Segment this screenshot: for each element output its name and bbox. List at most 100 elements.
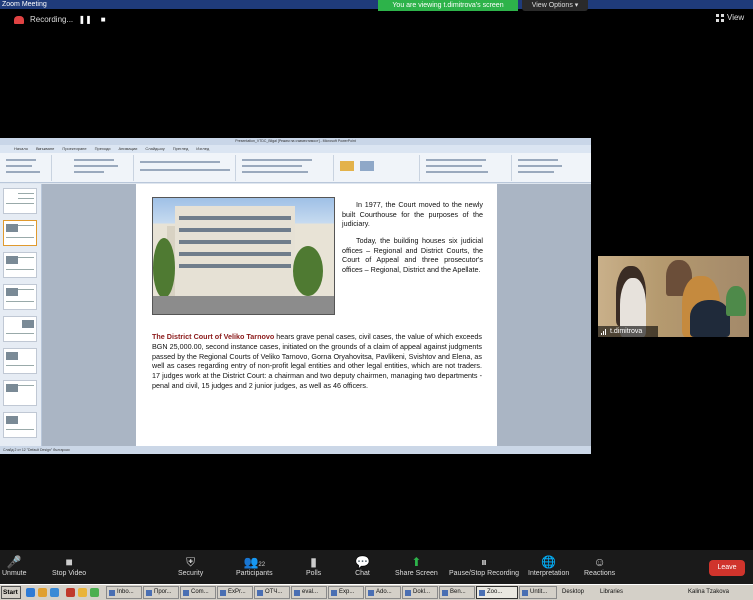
- taskbar-item[interactable]: Exp...: [328, 586, 364, 599]
- app-icon: [405, 590, 411, 596]
- slide-paragraph-2: Today, the building houses six judicial …: [342, 236, 483, 274]
- participant-video[interactable]: [598, 256, 749, 337]
- recording-indicator: Recording... ❚❚ ■: [14, 12, 109, 28]
- slide-thumbnails-pane: [0, 184, 42, 446]
- slide-paragraph-1: In 1977, the Court moved to the newly bu…: [342, 200, 483, 229]
- participants-button[interactable]: 👥22 Participants: [236, 554, 273, 577]
- quick-launch-icon[interactable]: [90, 588, 99, 597]
- view-options-button[interactable]: View Options ▾: [522, 0, 588, 11]
- taskbar-item[interactable]: Ado...: [365, 586, 401, 599]
- globe-icon: 🌐: [541, 555, 557, 569]
- taskbar-item[interactable]: ОТЧ...: [254, 586, 290, 599]
- start-button[interactable]: Start: [1, 586, 21, 599]
- pause-stop-icon: ⏸: [481, 555, 488, 569]
- chat-button[interactable]: 💬 Chat: [355, 554, 370, 577]
- quick-launch-icon[interactable]: [38, 588, 47, 597]
- slide-thumbnail[interactable]: [3, 188, 37, 214]
- ribbon-group-clipboard: [2, 155, 52, 181]
- stop-video-button[interactable]: ■ Stop Video: [52, 554, 86, 577]
- court-name: The District Court of Veliko Tarnovo: [152, 332, 275, 341]
- taskbar-item-active[interactable]: Zoo...: [476, 586, 518, 599]
- ppt-tab[interactable]: Изглед: [196, 145, 209, 153]
- ribbon-group-editing: [514, 155, 574, 181]
- cloud-record-icon: [14, 16, 24, 24]
- taskbar-item[interactable]: Untit...: [519, 586, 557, 599]
- ppt-tab[interactable]: Преглед: [173, 145, 189, 153]
- meeting-toolbar: 🎤 Unmute ■ Stop Video ⛨ Security 👥22 Par…: [0, 550, 753, 584]
- taskbar-item[interactable]: Inbo...: [106, 586, 142, 599]
- interpretation-button[interactable]: 🌐 Interpretation: [528, 554, 569, 577]
- app-icon: [479, 590, 485, 596]
- taskbar-item[interactable]: eval...: [291, 586, 327, 599]
- taskbar-item[interactable]: Dokl...: [402, 586, 438, 599]
- ribbon-group-drawing: [336, 155, 420, 181]
- app-icon: [331, 590, 337, 596]
- app-icon: [368, 590, 374, 596]
- share-screen-button[interactable]: ⬆ Share Screen: [395, 554, 438, 577]
- reactions-label: Reactions: [584, 570, 616, 577]
- quick-launch-icon[interactable]: [66, 588, 75, 597]
- pause-recording-button[interactable]: ❚❚: [78, 14, 91, 26]
- grid-view-icon: [716, 13, 724, 22]
- participants-label: Participants: [236, 570, 273, 577]
- ppt-tab[interactable]: Слайдшоу: [145, 145, 164, 153]
- app-icon: [294, 590, 300, 596]
- shield-icon: ⛨: [186, 555, 196, 569]
- view-button[interactable]: View: [716, 13, 744, 22]
- app-icon: [522, 590, 528, 596]
- video-camera-icon: ■: [65, 555, 73, 569]
- slide-thumbnail[interactable]: [3, 220, 37, 246]
- signal-icon: [601, 328, 606, 335]
- slide-thumbnail[interactable]: [3, 252, 37, 278]
- quick-launch-icon[interactable]: [78, 588, 87, 597]
- app-icon: [109, 590, 115, 596]
- slide-thumbnail[interactable]: [3, 412, 37, 438]
- unmute-label: Unmute: [2, 570, 27, 577]
- taskbar-item[interactable]: ExPr...: [217, 586, 253, 599]
- ppt-tab[interactable]: Анимации: [119, 145, 138, 153]
- stop-recording-button[interactable]: ■: [97, 14, 109, 26]
- taskbar-item[interactable]: Ben...: [439, 586, 475, 599]
- slide-thumbnail[interactable]: [3, 380, 37, 406]
- pause-stop-recording-button[interactable]: ⏸ Pause/Stop Recording: [449, 554, 519, 577]
- chat-bubble-icon: 💬: [355, 555, 370, 569]
- desktop-toolbar[interactable]: Desktop: [562, 586, 584, 599]
- chevron-down-icon: ▾: [574, 2, 579, 9]
- slide: In 1977, the Court moved to the newly bu…: [136, 184, 497, 446]
- ppt-ribbon-tabs: Начало Вмъкване Проектиране Преходи Аним…: [0, 145, 591, 153]
- stop-video-label: Stop Video: [52, 570, 87, 577]
- ppt-status-bar: Слайд 2 от 12 "Default Design" български: [0, 446, 591, 454]
- ppt-window-title: Presentation_VTDC_Bilgal [Режим на съвме…: [0, 138, 591, 145]
- slide-thumbnail[interactable]: [3, 348, 37, 374]
- ppt-tab[interactable]: Вмъкване: [36, 145, 54, 153]
- microphone-muted-icon: 🎤: [6, 555, 22, 569]
- viewing-banner: You are viewing t.dimitrova's screen: [378, 0, 518, 11]
- quick-launch-icon[interactable]: [26, 588, 35, 597]
- participant-name-tag: t.dimitrova: [598, 326, 658, 337]
- chat-label: Chat: [355, 570, 370, 577]
- window-title: Zoom Meeting: [0, 0, 753, 9]
- participants-icon: 👥22: [243, 555, 266, 569]
- leave-button[interactable]: Leave: [709, 560, 745, 576]
- reactions-button[interactable]: ☺ Reactions: [584, 554, 615, 577]
- courthouse-photo: [152, 197, 335, 315]
- slide-thumbnail[interactable]: [3, 316, 37, 342]
- ppt-tab[interactable]: Начало: [14, 145, 28, 153]
- libraries-toolbar[interactable]: Libraries: [600, 586, 623, 599]
- slide-thumbnail[interactable]: [3, 284, 37, 310]
- ppt-tab[interactable]: Проектиране: [62, 145, 86, 153]
- security-button[interactable]: ⛨ Security: [178, 554, 203, 577]
- user-name: Kalina Tzakova: [688, 589, 729, 595]
- ppt-tab[interactable]: Преходи: [95, 145, 111, 153]
- app-icon: [257, 590, 263, 596]
- app-icon: [442, 590, 448, 596]
- ribbon-group-slides: [54, 155, 134, 181]
- ribbon-group-paragraph: [238, 155, 334, 181]
- polls-button[interactable]: ▮ Polls: [306, 554, 321, 577]
- unmute-button[interactable]: 🎤 Unmute: [2, 554, 27, 577]
- quick-launch-icon[interactable]: [50, 588, 59, 597]
- ribbon-group-arrange: [422, 155, 512, 181]
- taskbar-item[interactable]: Прог...: [143, 586, 179, 599]
- taskbar-item[interactable]: Com...: [180, 586, 216, 599]
- view-options-label: View Options: [531, 2, 573, 9]
